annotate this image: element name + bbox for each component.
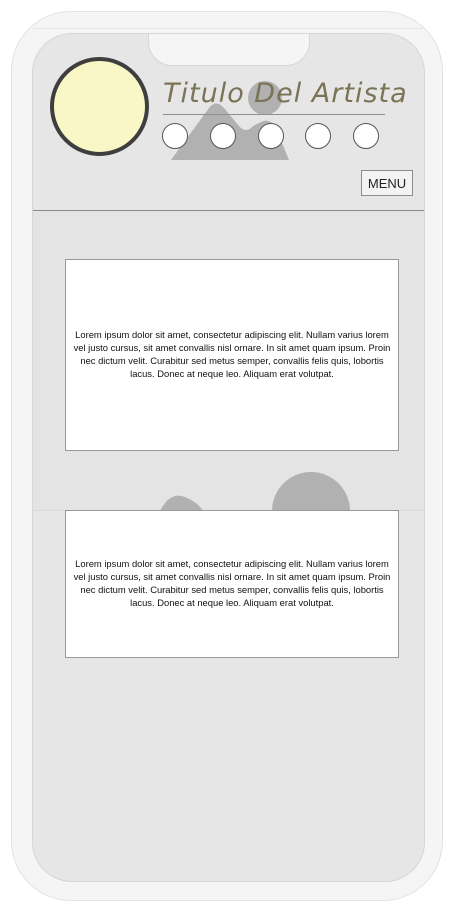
card-text: Lorem ipsum dolor sit amet, consectetur … bbox=[73, 558, 391, 608]
content-card: Lorem ipsum dolor sit amet, consectetur … bbox=[65, 510, 399, 658]
phone-notch bbox=[148, 34, 310, 66]
artist-title: Titulo Del Artista bbox=[163, 78, 408, 109]
artist-avatar[interactable] bbox=[50, 57, 149, 156]
title-underline bbox=[163, 114, 385, 115]
social-link-2[interactable] bbox=[210, 123, 236, 149]
social-link-3[interactable] bbox=[258, 123, 284, 149]
social-links bbox=[162, 123, 384, 151]
social-link-5[interactable] bbox=[353, 123, 379, 149]
card-text: Lorem ipsum dolor sit amet, consectetur … bbox=[73, 329, 391, 379]
social-link-1[interactable] bbox=[162, 123, 188, 149]
hero-image-placeholder-icon bbox=[160, 472, 350, 511]
content-card: Lorem ipsum dolor sit amet, consectetur … bbox=[65, 259, 399, 451]
phone-screen: Titulo Del Artista MENU Lorem ipsum dolo… bbox=[32, 33, 425, 882]
menu-button[interactable]: MENU bbox=[361, 170, 413, 196]
phone-rim bbox=[33, 28, 423, 29]
social-link-4[interactable] bbox=[305, 123, 331, 149]
